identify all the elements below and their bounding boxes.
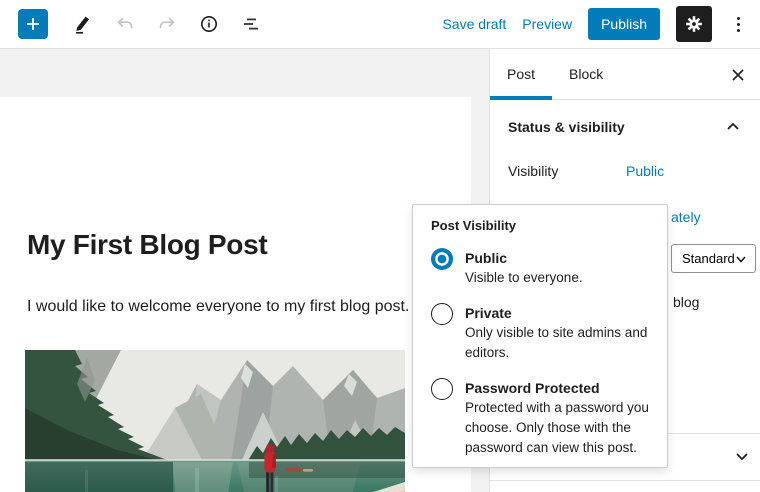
list-view-button[interactable] <box>234 7 268 41</box>
list-view-icon <box>244 18 258 30</box>
post-format-value: Standard <box>682 251 735 266</box>
radio-password-protected[interactable] <box>431 378 453 400</box>
post-format-select[interactable]: Standard <box>671 244 756 273</box>
options-menu-button[interactable] <box>728 7 748 41</box>
preview-button[interactable]: Preview <box>522 16 572 32</box>
option-label: Password Protected <box>465 380 600 396</box>
option-label: Public <box>465 250 508 266</box>
visibility-row: Visibility Public <box>508 163 743 179</box>
add-block-button[interactable] <box>18 9 48 39</box>
gear-icon <box>686 16 702 32</box>
collapsed-panel-toggle[interactable] <box>732 446 752 466</box>
status-visibility-panel-header[interactable]: Status & visibility <box>490 111 760 143</box>
publish-button[interactable]: Publish <box>588 8 660 40</box>
tag-text: blog <box>673 294 700 310</box>
visibility-option-public[interactable]: Public Visible to everyone. <box>431 248 653 288</box>
chevron-down-icon <box>736 255 746 263</box>
photo-lake <box>25 459 405 492</box>
visibility-label: Visibility <box>508 163 559 179</box>
post-visibility-popover: Post Visibility Public Visible to everyo… <box>412 204 668 468</box>
save-draft-button[interactable]: Save draft <box>442 16 506 32</box>
details-button[interactable] <box>192 7 226 41</box>
post-canvas[interactable]: My First Blog Post I would like to welco… <box>0 97 471 492</box>
tools-button[interactable] <box>66 7 100 41</box>
settings-button[interactable] <box>676 6 712 42</box>
undo-icon <box>117 17 133 29</box>
wordpress-editor: Save draft Preview Publish My First Blog… <box>0 0 760 492</box>
option-description: Visible to everyone. <box>465 270 583 285</box>
redo-button[interactable] <box>150 7 184 41</box>
pencil-icon <box>76 16 90 34</box>
chevron-up-icon <box>727 122 739 130</box>
visibility-value-button[interactable]: Public <box>626 163 664 179</box>
option-description: Only visible to site admins and editors. <box>465 325 648 360</box>
post-image-block[interactable] <box>25 350 405 492</box>
radio-public-selected[interactable] <box>431 248 453 270</box>
visibility-option-password[interactable]: Password Protected Protected with a pass… <box>431 378 653 458</box>
post-title[interactable]: My First Blog Post <box>27 229 268 261</box>
toolbar-right-group: Save draft Preview Publish <box>442 6 760 42</box>
kebab-dot <box>736 16 740 20</box>
kebab-dot <box>736 22 740 26</box>
popover-title: Post Visibility <box>431 218 517 233</box>
publish-date-button-fragment[interactable]: ately <box>671 209 701 225</box>
radio-private[interactable] <box>431 303 453 325</box>
undo-button[interactable] <box>108 7 142 41</box>
editor-toolbar: Save draft Preview Publish <box>0 0 760 49</box>
toolbar-left-group <box>0 7 268 41</box>
option-description: Protected with a password you choose. On… <box>465 400 649 455</box>
panel-divider <box>490 480 760 481</box>
redo-icon <box>159 17 175 29</box>
visibility-option-private[interactable]: Private Only visible to site admins and … <box>431 303 653 363</box>
kebab-dot <box>736 28 740 32</box>
close-icon <box>732 69 744 81</box>
post-paragraph[interactable]: I would like to welcome everyone to my f… <box>27 295 427 319</box>
lake-photo <box>25 350 405 492</box>
sidebar-tabs: Post Block <box>490 49 760 100</box>
close-sidebar-button[interactable] <box>725 62 751 88</box>
status-visibility-panel-title: Status & visibility <box>508 119 625 135</box>
info-icon <box>201 16 217 32</box>
tab-post[interactable]: Post <box>490 49 553 100</box>
tab-block[interactable]: Block <box>552 49 620 99</box>
plus-icon <box>27 18 39 30</box>
chevron-down-icon <box>736 453 748 461</box>
option-label: Private <box>465 305 512 321</box>
